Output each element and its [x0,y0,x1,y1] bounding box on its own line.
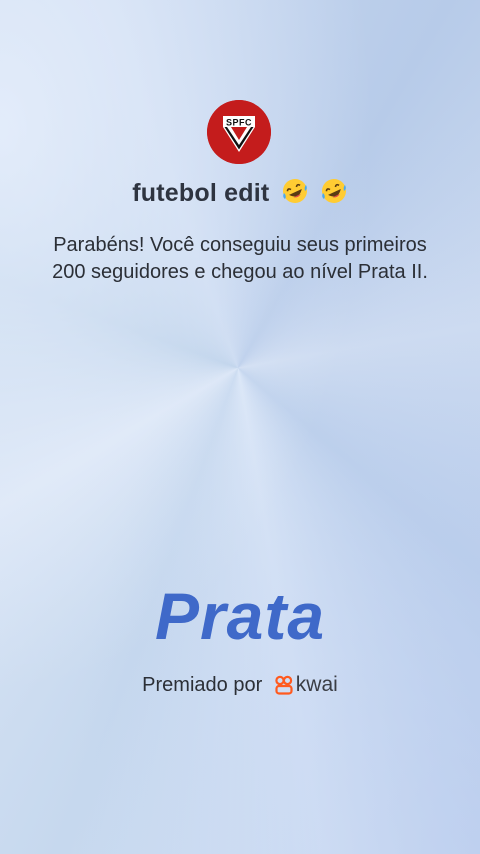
congratulation-message: Parabéns! Você conseguiu seus primeiros … [52,234,428,283]
kwai-logo-icon [274,675,294,701]
awarded-by: Premiado por kwai [0,673,480,701]
awarded-by-label: Premiado por [142,674,263,696]
profile-name: futebol edit [132,179,270,207]
level-name: Prata [154,579,326,653]
kwai-brand: kwai [295,673,338,696]
spfc-crest-icon: SPFC [207,100,271,164]
rofl-emoji-icon [281,177,309,212]
avatar[interactable]: SPFC [207,100,271,164]
avatar-text: SPFC [226,118,252,128]
rofl-emoji-icon [320,177,348,212]
profile-title-row: futebol edit [0,177,480,212]
